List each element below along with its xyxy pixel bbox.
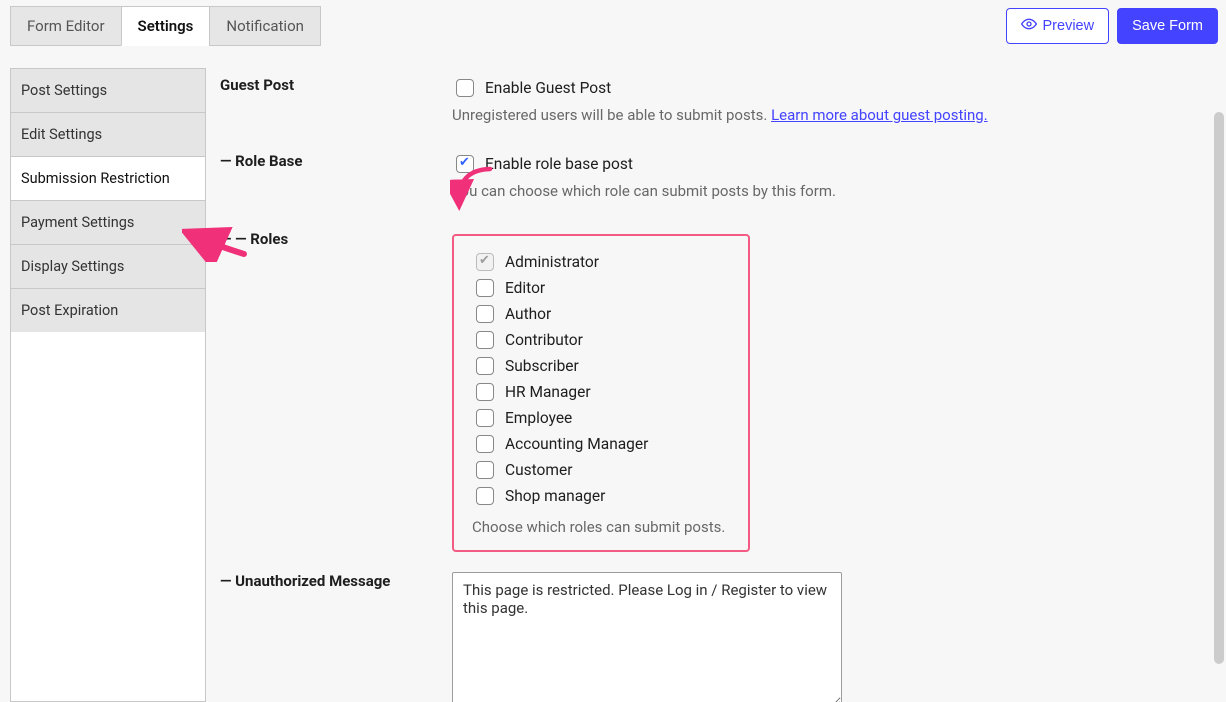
role-editor-checkbox[interactable] — [476, 279, 494, 297]
sidebar-item-post-expiration[interactable]: Post Expiration — [11, 289, 205, 332]
guest-post-help: Unregistered users will be able to submi… — [452, 106, 771, 124]
settings-sidebar: Post Settings Edit Settings Submission R… — [10, 68, 206, 702]
sidebar-item-payment-settings[interactable]: Payment Settings — [11, 201, 205, 245]
role-base-label: — Role Base — [220, 152, 452, 170]
unauth-message-textarea[interactable] — [452, 572, 842, 702]
scrollbar[interactable] — [1214, 112, 1224, 664]
tab-settings[interactable]: Settings — [121, 6, 211, 46]
roles-help: Choose which roles can submit posts. — [472, 518, 730, 536]
save-button[interactable]: Save Form — [1117, 8, 1218, 44]
role-base-checkbox-label: Enable role base post — [485, 155, 633, 173]
role-administrator-label: Administrator — [505, 253, 599, 271]
role-administrator-checkbox[interactable] — [476, 253, 494, 271]
guest-post-checkbox-label: Enable Guest Post — [485, 79, 611, 97]
role-hr-manager-label: HR Manager — [505, 383, 591, 401]
tab-form-editor[interactable]: Form Editor — [10, 6, 122, 46]
role-author-label: Author — [505, 305, 551, 323]
role-hr-manager-checkbox[interactable] — [476, 383, 494, 401]
role-shop-manager-checkbox[interactable] — [476, 487, 494, 505]
role-employee-label: Employee — [505, 409, 572, 427]
role-base-help: You can choose which role can submit pos… — [452, 182, 1206, 200]
role-contributor-label: Contributor — [505, 331, 583, 349]
sidebar-item-post-settings[interactable]: Post Settings — [11, 69, 205, 113]
role-customer-checkbox[interactable] — [476, 461, 494, 479]
role-author-checkbox[interactable] — [476, 305, 494, 323]
roles-highlight-box: Administrator Editor Author Contributor — [452, 234, 750, 552]
role-contributor-checkbox[interactable] — [476, 331, 494, 349]
top-tabs: Form Editor Settings Notification — [10, 6, 320, 46]
unauth-label: — Unauthorized Message — [220, 572, 452, 590]
role-base-checkbox[interactable] — [456, 155, 474, 173]
roles-label: — — Roles — [220, 230, 452, 248]
guest-post-learn-more-link[interactable]: Learn more about guest posting. — [771, 106, 988, 124]
sidebar-item-display-settings[interactable]: Display Settings — [11, 245, 205, 289]
role-shop-manager-label: Shop manager — [505, 487, 605, 505]
role-customer-label: Customer — [505, 461, 572, 479]
sidebar-item-submission-restriction[interactable]: Submission Restriction — [11, 157, 205, 201]
sidebar-item-edit-settings[interactable]: Edit Settings — [11, 113, 205, 157]
role-subscriber-label: Subscriber — [505, 357, 579, 375]
role-accounting-manager-checkbox[interactable] — [476, 435, 494, 453]
role-employee-checkbox[interactable] — [476, 409, 494, 427]
preview-label: Preview — [1043, 18, 1095, 34]
settings-content: Guest Post Enable Guest Post Unregistere… — [206, 52, 1226, 702]
tab-notification[interactable]: Notification — [209, 6, 321, 46]
role-accounting-manager-label: Accounting Manager — [505, 435, 648, 453]
guest-post-label: Guest Post — [220, 76, 452, 94]
guest-post-checkbox[interactable] — [456, 79, 474, 97]
role-editor-label: Editor — [505, 279, 545, 297]
preview-button[interactable]: Preview — [1006, 8, 1110, 44]
eye-icon — [1021, 16, 1037, 36]
role-subscriber-checkbox[interactable] — [476, 357, 494, 375]
